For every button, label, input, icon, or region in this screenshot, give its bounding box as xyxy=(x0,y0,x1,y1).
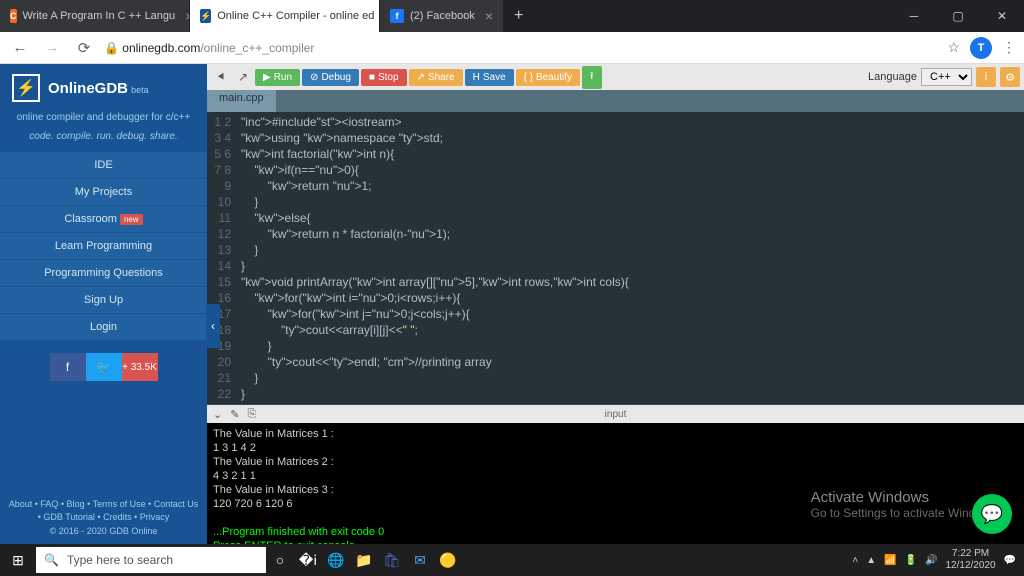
tab-icon: C xyxy=(10,9,17,23)
console-header: ⌄ ✎ ⎘ input xyxy=(207,405,1024,423)
taskview-icon[interactable]: ○ xyxy=(266,544,294,576)
beautify-button[interactable]: { } Beautify xyxy=(516,69,580,86)
editor-redo-button[interactable]: ↗ xyxy=(233,70,253,84)
url-path: /online_c++_compiler xyxy=(200,41,314,55)
share-count[interactable]: + 33.5K xyxy=(122,353,158,381)
stop-button[interactable]: ■ Stop xyxy=(361,69,407,86)
tray-up-icon[interactable]: ˄ xyxy=(852,555,858,566)
footer-links[interactable]: About • FAQ • Blog • Terms of Use • Cont… xyxy=(6,498,201,525)
settings-button[interactable]: ⚙ xyxy=(1000,67,1020,87)
twitter-button[interactable]: 🐦 xyxy=(86,353,122,381)
code-editor[interactable]: 1 2 3 4 5 6 7 8 9 10 11 12 13 14 15 16 1… xyxy=(207,112,1024,404)
menu-icon[interactable]: ⋮ xyxy=(1002,39,1016,56)
sidebar-item-signup[interactable]: Sign Up xyxy=(0,287,207,314)
info-button[interactable]: i xyxy=(976,67,996,87)
start-button[interactable]: ⊞ xyxy=(0,544,36,576)
tab-label: Online C++ Compiler - online ed xyxy=(217,10,374,22)
taskbar-search[interactable]: 🔍 Type here to search xyxy=(36,547,266,573)
url-domain: onlinegdb.com xyxy=(122,41,200,55)
new-badge: new xyxy=(120,214,143,225)
tray-volume-icon[interactable]: 🔊 xyxy=(925,555,937,566)
url-field[interactable]: 🔒 onlinegdb.com/online_c++_compiler xyxy=(104,41,939,55)
new-tab-button[interactable]: + xyxy=(504,7,533,25)
tray-wifi-icon[interactable]: 📶 xyxy=(884,555,896,566)
sidebar-subtitle: online compiler and debugger for c/c++ xyxy=(0,112,207,129)
mail-icon[interactable]: ✉ xyxy=(406,544,434,576)
share-button[interactable]: ↗ Share xyxy=(409,69,463,86)
browser-tab-1[interactable]: ⚡ Online C++ Compiler - online ed × xyxy=(190,0,380,32)
browser-titlebar: C Write A Program In C ++ Langu × ⚡ Onli… xyxy=(0,0,1024,32)
search-placeholder: Type here to search xyxy=(67,553,173,567)
editor-back-button[interactable]: ⯇ xyxy=(211,70,231,85)
file-tab-main[interactable]: main.cpp xyxy=(207,90,277,112)
tray-battery-icon[interactable]: 🔋 xyxy=(905,555,917,566)
console: ⌄ ✎ ⎘ input The Value in Matrices 1 : 1 … xyxy=(207,404,1024,544)
language-label: Language xyxy=(868,71,917,83)
toolbar: ⯇ ↗ ▶ Run ⊘ Debug ■ Stop ↗ Share H Save … xyxy=(207,64,1024,90)
tab-label: Write A Program In C ++ Langu xyxy=(23,10,176,22)
sidebar-tagline: code. compile. run. debug. share. xyxy=(0,129,207,152)
browser-tab-0[interactable]: C Write A Program In C ++ Langu × xyxy=(0,0,190,32)
debug-button[interactable]: ⊘ Debug xyxy=(302,69,359,86)
close-icon[interactable]: × xyxy=(485,8,493,24)
sidebar: ⚡ OnlineGDB beta online compiler and deb… xyxy=(0,64,207,544)
minimize-button[interactable]: ─ xyxy=(892,0,936,32)
sidebar-item-learn[interactable]: Learn Programming xyxy=(0,233,207,260)
store-icon[interactable]: 🛍 xyxy=(378,544,406,576)
star-icon[interactable]: ☆ xyxy=(947,39,960,56)
chrome-icon[interactable]: 🟡 xyxy=(434,544,462,576)
search-icon: 🔍 xyxy=(44,553,59,567)
console-input-label: input xyxy=(605,409,627,420)
windows-taskbar: ⊞ 🔍 Type here to search ○ �ⅰ 🌐 📁 🛍 ✉ 🟡 ˄… xyxy=(0,544,1024,576)
code-area[interactable]: "inc">#include"st"><iostream> "kw">using… xyxy=(237,112,1024,404)
bolt-icon: ⚡ xyxy=(12,74,40,102)
sidebar-item-ide[interactable]: IDE xyxy=(0,152,207,179)
tray-cloud-icon[interactable]: ▲ xyxy=(866,555,876,566)
tab-icon: f xyxy=(390,9,404,23)
upload-button[interactable]: ⭱ xyxy=(582,66,602,89)
line-gutter: 1 2 3 4 5 6 7 8 9 10 11 12 13 14 15 16 1… xyxy=(207,112,237,404)
console-output[interactable]: The Value in Matrices 1 : 1 3 1 4 2 The … xyxy=(207,423,1024,557)
language-select[interactable]: C++ xyxy=(921,68,972,86)
edge-icon[interactable]: 🌐 xyxy=(322,544,350,576)
notifications-icon[interactable]: 💬 xyxy=(1004,555,1016,566)
maximize-button[interactable]: ▢ xyxy=(936,0,980,32)
browser-tab-2[interactable]: f (2) Facebook × xyxy=(380,0,504,32)
tab-icon: ⚡ xyxy=(200,9,211,23)
address-bar: ← → ⟳ 🔒 onlinegdb.com/online_c++_compile… xyxy=(0,32,1024,64)
cortana-icon[interactable]: �ⅰ xyxy=(294,544,322,576)
forward-button[interactable]: → xyxy=(40,39,64,56)
chat-fab[interactable]: 💬 xyxy=(972,494,1012,534)
sidebar-item-projects[interactable]: My Projects xyxy=(0,179,207,206)
close-button[interactable]: ✕ xyxy=(980,0,1024,32)
profile-avatar[interactable]: T xyxy=(970,37,992,59)
tab-label: (2) Facebook xyxy=(410,10,475,22)
sidebar-footer: About • FAQ • Blog • Terms of Use • Cont… xyxy=(0,492,207,545)
brand-name: OnlineGDB xyxy=(48,80,128,97)
explorer-icon[interactable]: 📁 xyxy=(350,544,378,576)
logo[interactable]: ⚡ OnlineGDB beta xyxy=(0,64,207,112)
taskbar-clock[interactable]: 7:22 PM12/12/2020 xyxy=(945,548,995,572)
facebook-button[interactable]: f xyxy=(50,353,86,381)
back-button[interactable]: ← xyxy=(8,39,32,56)
console-down-icon[interactable]: ⌄ xyxy=(213,408,222,421)
console-wand-icon[interactable]: ✎ xyxy=(230,408,239,421)
console-copy-icon[interactable]: ⎘ xyxy=(247,408,256,421)
copyright: © 2016 - 2020 GDB Online xyxy=(6,525,201,539)
file-tabs: main.cpp xyxy=(207,90,1024,112)
beta-badge: beta xyxy=(131,85,149,95)
sidebar-item-login[interactable]: Login xyxy=(0,314,207,341)
run-button[interactable]: ▶ Run xyxy=(255,69,300,86)
sidebar-item-questions[interactable]: Programming Questions xyxy=(0,260,207,287)
lock-icon: 🔒 xyxy=(104,41,122,55)
sidebar-collapse-button[interactable]: ‹ xyxy=(206,304,220,348)
save-button[interactable]: H Save xyxy=(465,69,514,86)
reload-button[interactable]: ⟳ xyxy=(72,39,96,57)
sidebar-item-classroom[interactable]: Classroomnew xyxy=(0,206,207,233)
